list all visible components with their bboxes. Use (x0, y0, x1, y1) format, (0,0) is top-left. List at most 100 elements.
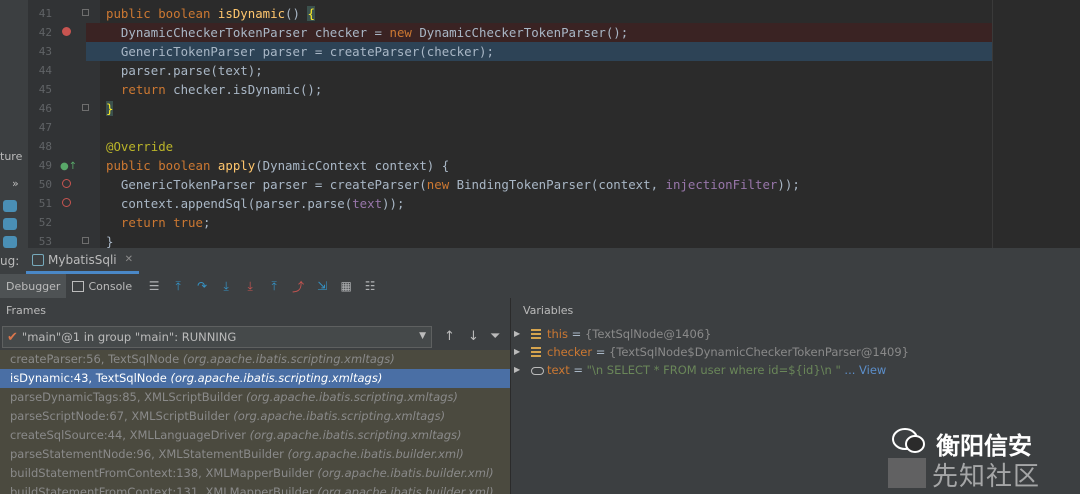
stack-frame-row[interactable]: buildStatementFromContext:138, XMLMapper… (0, 464, 510, 483)
frame-method: createSqlSource:44, XMLLanguageDriver (10, 428, 250, 442)
field-icon (531, 347, 541, 357)
drop-frame-icon[interactable]: ⤴ (290, 278, 306, 294)
line-number: 45 (38, 83, 52, 96)
stack-frame-row[interactable]: createSqlSource:44, XMLLanguageDriver (o… (0, 426, 510, 445)
code-token: { (307, 6, 315, 21)
frame-package: (org.apache.ibatis.builder.xml) (317, 485, 494, 494)
code-line[interactable]: 52 return true; (0, 213, 1080, 232)
code-token: } (106, 101, 114, 116)
code-line[interactable]: 43 GenericTokenParser parser = createPar… (39, 42, 992, 61)
code-line[interactable]: 49 ●↑ public boolean apply(DynamicContext … (0, 156, 1080, 175)
tab-debugger[interactable]: Debugger (0, 274, 67, 298)
watch-icon (531, 367, 544, 375)
line-number: 41 (38, 7, 52, 20)
stack-frame-row[interactable]: parseStatementNode:96, XMLStatementBuild… (0, 445, 510, 464)
frame-method: isDynamic:43, TextSqlNode (10, 371, 171, 385)
code-text: GenericTokenParser parser = createParser… (106, 175, 800, 194)
code-line[interactable]: 45 return checker.isDynamic(); (0, 80, 1080, 99)
step-over-icon[interactable]: ↷ (194, 278, 210, 294)
run-config-tab[interactable]: MybatisSqli ✕ (26, 248, 140, 274)
step-out-icon[interactable]: ⤒ (266, 278, 282, 294)
expand-arrow-icon[interactable]: ▶ (514, 361, 520, 379)
code-line[interactable]: 53} (0, 232, 1080, 248)
force-step-into-icon[interactable]: ⤓ (242, 278, 258, 294)
frame-down-icon[interactable]: ↓ (468, 329, 479, 344)
frame-method: buildStatementFromContext:131, XMLMapper… (10, 485, 318, 494)
code-token: return true (120, 215, 203, 230)
code-token: injectionFilter (665, 177, 778, 192)
thread-dropdown[interactable]: ✔ "main"@1 in group "main": RUNNING ▼ (2, 326, 432, 348)
show-execution-point-icon[interactable]: ⤒ (170, 278, 186, 294)
variable-row[interactable]: ▶ checker = {TextSqlNode$DynamicCheckerTo… (511, 343, 1080, 361)
breakpoint-icon[interactable] (62, 179, 71, 188)
code-line[interactable]: 41 public boolean isDynamic() { (0, 4, 1080, 23)
xianzhi-logo-icon (888, 458, 926, 488)
frame-package: (org.apache.ibatis.scripting.xmltags) (249, 428, 462, 442)
frame-package: (org.apache.ibatis.scripting.xmltags) (170, 371, 383, 385)
stack-frame-row[interactable]: createParser:56, TextSqlNode (org.apache… (0, 350, 510, 369)
filter-icon[interactable]: ⏷ (490, 329, 500, 344)
step-into-icon[interactable]: ⤓ (218, 278, 234, 294)
frame-list: createParser:56, TextSqlNode (org.apache… (0, 350, 510, 494)
code-token: (DynamicContext context) { (255, 158, 450, 173)
fold-marker-icon[interactable] (82, 9, 89, 16)
stack-frame-row[interactable]: parseDynamicTags:85, XMLScriptBuilder (o… (0, 388, 510, 407)
variable-name: checker (547, 345, 593, 359)
code-token: GenericTokenParser parser = createParser… (106, 44, 494, 59)
code-line[interactable]: 47 (0, 118, 1080, 137)
variable-name: text (547, 363, 570, 377)
variable-equals: = (569, 363, 587, 377)
variables-title: Variables (523, 304, 574, 317)
override-method-icon[interactable]: ●↑ (60, 157, 77, 176)
chevron-down-icon[interactable]: ▼ (419, 331, 426, 341)
variable-text: text = "\n SELECT * FROM user where id=$… (547, 361, 886, 379)
code-token: GenericTokenParser parser = createParser… (106, 177, 427, 192)
code-line[interactable]: 48 @Override (0, 137, 1080, 156)
code-text: return checker.isDynamic(); (106, 80, 322, 99)
debugger-toolbar: Debugger Console ☰ ⤒ ↷ ⤓ ⤓ ⤒ ⤴ ⇲ ▦ ☷ (0, 274, 1080, 299)
menu-icon[interactable]: ☰ (146, 278, 162, 294)
code-line[interactable]: 44 parser.parse(text); (0, 61, 1080, 80)
code-text: } (106, 232, 113, 248)
code-editor[interactable]: ture » 41 public boolean isDynamic() {42 … (0, 0, 1080, 248)
variable-row[interactable]: ▶ this = {TextSqlNode@1406} (511, 325, 1080, 343)
run-config-icon (32, 253, 44, 266)
watermark: 衡阳信安 先知社区 (880, 424, 1080, 494)
fold-marker-icon[interactable] (82, 237, 89, 244)
trace-icon[interactable]: ☷ (362, 278, 378, 294)
view-link[interactable]: ... View (841, 363, 886, 377)
code-token: checker.isDynamic(); (173, 82, 323, 97)
expand-arrow-icon[interactable]: ▶ (514, 325, 520, 343)
debug-tool-window-header: ug: MybatisSqli ✕ (0, 248, 1080, 275)
variable-value: {TextSqlNode$DynamicCheckerTokenParser@1… (609, 345, 909, 359)
breakpoint-icon[interactable] (62, 198, 71, 207)
code-token: new (389, 25, 420, 40)
frame-up-icon[interactable]: ↑ (444, 329, 455, 344)
code-line[interactable]: 50 GenericTokenParser parser = createPar… (0, 175, 1080, 194)
stack-frame-row[interactable]: isDynamic:43, TextSqlNode (org.apache.ib… (0, 369, 510, 388)
fold-marker-icon[interactable] (82, 104, 89, 111)
variable-text: checker = {TextSqlNode$DynamicCheckerTok… (547, 343, 909, 361)
code-token: BindingTokenParser(context, (456, 177, 666, 192)
stack-frame-row[interactable]: parseScriptNode:67, XMLScriptBuilder (or… (0, 407, 510, 426)
breakpoint-hit-icon[interactable] (62, 27, 71, 36)
expand-arrow-icon[interactable]: ▶ (514, 343, 520, 361)
code-line[interactable]: 42 DynamicCheckerTokenParser checker = n… (39, 23, 992, 42)
code-token: return (120, 82, 174, 97)
tab-console[interactable]: Console (66, 274, 138, 298)
code-token: )); (382, 196, 405, 211)
run-to-cursor-icon[interactable]: ⇲ (314, 278, 330, 294)
code-token: DynamicCheckerTokenParser(); (419, 25, 629, 40)
watermark-site-name: 先知社区 (932, 462, 1041, 492)
code-line[interactable]: 51 context.appendSql(parser.parse(text))… (0, 194, 1080, 213)
stack-frame-row[interactable]: buildStatementFromContext:131, XMLMapper… (0, 483, 510, 494)
line-number: 48 (38, 140, 52, 153)
variable-row[interactable]: ▶ text = "\n SELECT * FROM user where id=… (511, 361, 1080, 379)
close-icon[interactable]: ✕ (125, 254, 133, 265)
evaluate-expression-icon[interactable]: ▦ (338, 278, 354, 294)
thread-row: ✔ "main"@1 in group "main": RUNNING ▼ ↑ … (0, 325, 510, 349)
line-number: 44 (38, 64, 52, 77)
code-line[interactable]: 46} (0, 99, 1080, 118)
